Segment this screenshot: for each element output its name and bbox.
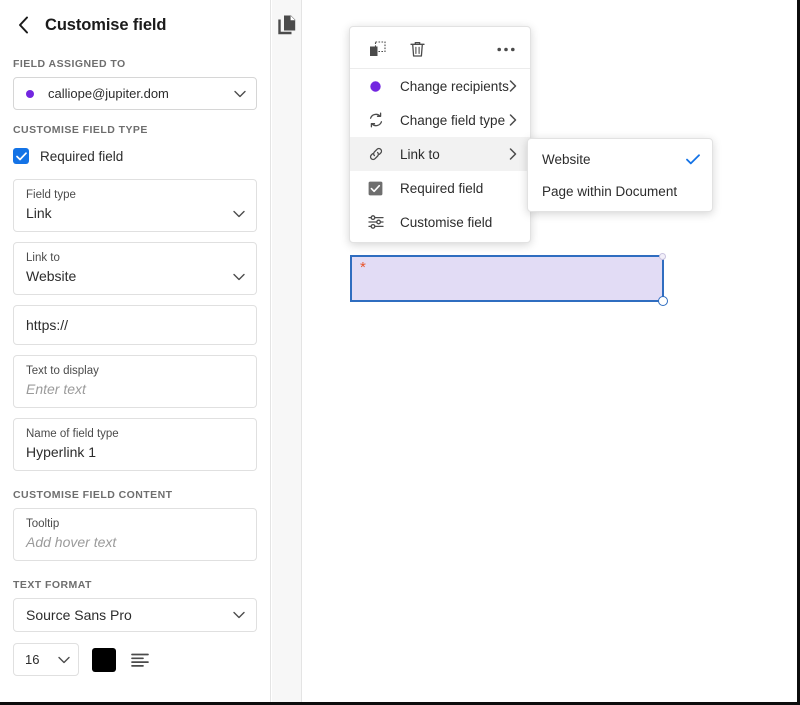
text-format-controls: 16 <box>13 643 257 676</box>
customise-field-type-label: CUSTOMISE FIELD TYPE <box>13 124 148 136</box>
sidebar-body: FIELD ASSIGNED TO calliope@jupiter.dom C… <box>0 58 270 676</box>
checkbox-checked-icon <box>367 180 384 197</box>
page-title: Customise field <box>45 15 167 34</box>
chevron-left-icon <box>18 16 28 34</box>
submenu-item-page-within-document[interactable]: Page within Document <box>528 175 712 207</box>
font-size-value: 16 <box>25 652 40 667</box>
field-name-label: Name of field type <box>26 428 119 440</box>
link-to-select[interactable]: Link to Website <box>13 242 257 295</box>
trash-icon <box>409 41 425 57</box>
recipient-dot-icon <box>367 78 384 95</box>
font-size-select[interactable]: 16 <box>13 643 79 676</box>
text-to-display-label: Text to display <box>26 365 99 377</box>
text-color-swatch[interactable] <box>92 647 116 672</box>
text-to-display-input[interactable]: Text to display Enter text <box>13 355 257 408</box>
duplicate-pages-icon <box>278 15 296 35</box>
menu-item-label: Required field <box>400 180 484 196</box>
menu-item-change-field-type[interactable]: Change field type <box>350 103 530 137</box>
menu-item-label: Link to <box>400 146 440 162</box>
sync-icon <box>367 112 384 129</box>
checkmark-icon <box>686 153 700 164</box>
assigned-recipient-value: calliope@jupiter.dom <box>48 86 169 101</box>
chevron-down-icon <box>233 611 245 619</box>
rotate-handle[interactable] <box>659 253 666 260</box>
text-align-button[interactable] <box>129 649 151 671</box>
more-options-button[interactable] <box>496 40 516 60</box>
menu-item-change-recipients[interactable]: Change recipients <box>350 69 530 103</box>
menu-item-required-field[interactable]: Required field <box>350 171 530 205</box>
required-field-label: Required field <box>40 148 124 164</box>
field-type-label: Field type <box>26 189 76 201</box>
duplicate-field-button[interactable] <box>367 40 387 60</box>
checkbox-checked-icon <box>13 148 29 164</box>
field-name-value: Hyperlink 1 <box>26 444 97 460</box>
sidebar-header: Customise field <box>0 0 270 40</box>
menu-item-customise-field[interactable]: Customise field <box>350 205 530 239</box>
text-to-display-placeholder: Enter text <box>26 381 86 397</box>
font-family-value: Source Sans Pro <box>26 607 132 623</box>
duplicate-icon <box>369 41 386 56</box>
menu-item-label: Customise field <box>400 214 493 230</box>
text-format-label: TEXT FORMAT <box>13 579 92 591</box>
field-context-menu: Change recipients Change field type Link… <box>349 26 531 243</box>
chevron-right-icon <box>509 114 517 126</box>
submenu-item-website[interactable]: Website <box>528 143 712 175</box>
delete-field-button[interactable] <box>407 40 427 60</box>
menu-item-link-to[interactable]: Link to <box>350 137 530 171</box>
customise-field-content-label: CUSTOMISE FIELD CONTENT <box>13 489 173 501</box>
page-gutter <box>272 0 302 702</box>
back-button[interactable] <box>14 16 32 34</box>
hyperlink-form-field[interactable]: * <box>350 253 668 306</box>
submenu-item-label: Page within Document <box>542 183 678 199</box>
required-field-checkbox-row[interactable]: Required field <box>13 143 257 169</box>
resize-handle[interactable] <box>658 296 668 306</box>
url-input[interactable]: https:// <box>13 305 257 345</box>
align-left-icon <box>131 653 149 667</box>
field-assigned-to-label: FIELD ASSIGNED TO <box>13 58 126 70</box>
ellipsis-icon <box>497 47 515 52</box>
recipient-dot-icon <box>26 89 34 98</box>
link-to-value: Website <box>26 268 77 284</box>
chevron-right-icon <box>509 148 517 160</box>
required-marker: * <box>360 259 366 276</box>
menu-item-label: Change field type <box>400 112 506 128</box>
application-window: Customise field FIELD ASSIGNED TO callio… <box>0 0 800 705</box>
chevron-down-icon <box>233 210 245 218</box>
field-type-select[interactable]: Field type Link <box>13 179 257 232</box>
font-family-select[interactable]: Source Sans Pro <box>13 598 257 632</box>
tooltip-label: Tooltip <box>26 518 60 530</box>
tooltip-input[interactable]: Tooltip Add hover text <box>13 508 257 561</box>
field-type-value: Link <box>26 205 52 221</box>
assigned-recipient-select[interactable]: calliope@jupiter.dom <box>13 77 257 110</box>
chevron-down-icon <box>58 656 70 663</box>
field-name-input[interactable]: Name of field type Hyperlink 1 <box>13 418 257 471</box>
duplicate-pages-button[interactable] <box>277 14 297 36</box>
submenu-item-label: Website <box>542 151 591 167</box>
sliders-icon <box>367 214 384 231</box>
link-icon <box>367 146 384 163</box>
chevron-right-icon <box>509 80 517 92</box>
tooltip-placeholder: Add hover text <box>26 534 117 550</box>
link-to-submenu: Website Page within Document <box>527 138 713 212</box>
context-menu-toolbar <box>350 31 530 69</box>
url-input-value: https:// <box>26 317 69 333</box>
chevron-down-icon <box>233 273 245 281</box>
chevron-down-icon <box>234 90 246 97</box>
menu-item-label: Change recipients <box>400 78 509 94</box>
link-to-label: Link to <box>26 252 60 264</box>
customise-field-sidebar: Customise field FIELD ASSIGNED TO callio… <box>0 0 271 702</box>
